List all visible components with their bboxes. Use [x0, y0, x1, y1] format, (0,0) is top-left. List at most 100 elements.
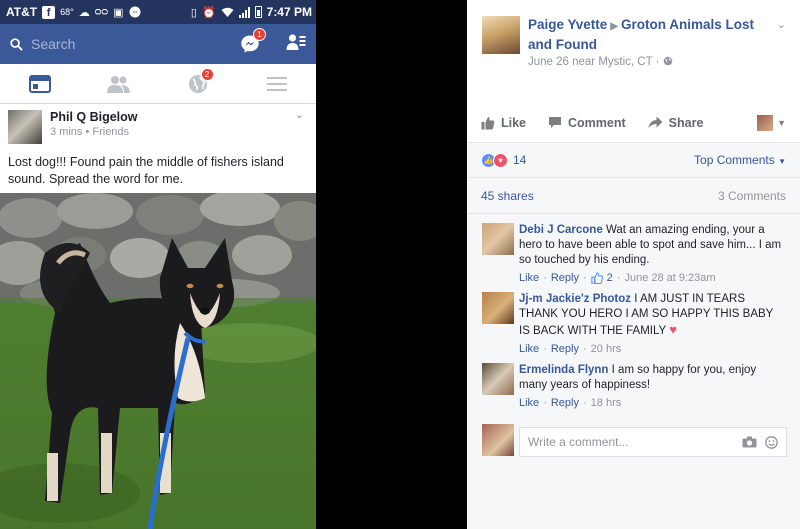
comment-label: Comment [568, 115, 626, 130]
commenter-name[interactable]: Debi J Carcone [519, 224, 603, 236]
reaction-count[interactable]: 14 [513, 153, 526, 167]
comment-like-link[interactable]: Like [519, 272, 539, 284]
comment-like-count[interactable]: 2 [607, 272, 613, 284]
commenter-name[interactable]: Jj-m Jackie'z Photoz [519, 293, 631, 305]
battery-icon [254, 6, 262, 18]
tab-menu[interactable] [247, 64, 307, 104]
mobile-facebook-screen: AT&T f 68° ☁ ᴑᴑ ▣ ▯ ⏰ 7:47 PM Search 1 2… [0, 0, 316, 529]
comment-item: Ermelinda Flynn I am so happy for you, e… [467, 363, 800, 409]
carrier-label: AT&T [6, 5, 38, 19]
comment-reply-link[interactable]: Reply [551, 272, 579, 284]
wifi-icon [221, 7, 234, 17]
comment-time[interactable]: 18 hrs [591, 397, 622, 409]
search-bar: Search 1 [0, 24, 316, 64]
post-title: Paige Yvette ▶ Groton Animals Lost and Fou… [528, 16, 778, 54]
post-header: Paige Yvette ▶ Groton Animals Lost and Fou… [467, 0, 800, 103]
dog-photo[interactable] [0, 193, 316, 529]
post-as-selector[interactable]: ▼ [757, 114, 786, 131]
temperature-label: 68° [60, 7, 74, 17]
weather-icon: ☁ [78, 6, 90, 19]
comment-input[interactable]: Write a comment... [519, 427, 787, 457]
post-meta: 3 mins • Friends [50, 126, 130, 138]
comment-body: Jj-m Jackie'z Photoz I AM JUST IN TEARS … [519, 292, 786, 339]
comment-item: Jj-m Jackie'z Photoz I AM JUST IN TEARS … [467, 292, 800, 355]
comment-body: Debi J Carcone Wat an amazing ending, yo… [519, 223, 786, 268]
voicemail-icon: ᴑᴑ [94, 6, 109, 18]
viewer-avatar [482, 424, 514, 456]
love-reaction-icon[interactable]: ♥ [493, 152, 508, 168]
post-date-location: June 26 near Mystic, CT · [528, 56, 673, 68]
desktop-post-panel: Paige Yvette ▶ Groton Animals Lost and Fou… [467, 0, 800, 529]
top-comments-label: Top Comments [694, 153, 775, 167]
author-avatar[interactable] [8, 110, 42, 144]
comments-count[interactable]: 3 Comments [718, 189, 786, 203]
alarm-icon: ⏰ [201, 6, 216, 19]
post-author-name[interactable]: Paige Yvette [528, 17, 607, 32]
post-options-chevron-icon[interactable]: ⌄ [295, 108, 304, 121]
comment-meta: Like · Reply · 20 hrs [519, 343, 622, 355]
date-location-text[interactable]: June 26 near Mystic, CT · [528, 56, 663, 68]
commenter-avatar[interactable] [482, 363, 514, 395]
dropdown-caret-icon: ▼ [777, 117, 786, 128]
vibrate-icon: ▯ [190, 6, 197, 19]
post-options-chevron-icon[interactable]: ⌄ [777, 18, 786, 31]
search-placeholder: Search [31, 36, 76, 52]
commenter-avatar[interactable] [482, 292, 514, 324]
tab-news-feed[interactable] [10, 64, 70, 104]
author-avatar[interactable] [482, 16, 520, 54]
comment-reply-link[interactable]: Reply [551, 343, 579, 355]
tab-friends[interactable] [89, 64, 149, 104]
messenger-notification-icon [129, 6, 141, 18]
heart-emoji-icon: ♥ [669, 322, 677, 337]
post-feedback: 👍 ♥ 14 Top Comments ▼ 45 shares 3 Commen… [467, 143, 800, 529]
notifications-badge: 2 [200, 67, 214, 81]
commenter-avatar[interactable] [482, 223, 514, 255]
comment-meta: Like · Reply · 18 hrs [519, 397, 622, 409]
tab-bar: 2 [0, 64, 316, 104]
thumbs-up-icon [481, 116, 495, 129]
comment-like-link[interactable]: Like [519, 397, 539, 409]
news-feed-icon [28, 74, 51, 93]
public-globe-icon [663, 56, 672, 66]
share-label: Share [668, 115, 704, 130]
commenter-name[interactable]: Ermelinda Flynn [519, 364, 608, 376]
comment-reply-link[interactable]: Reply [551, 397, 579, 409]
write-comment-row: Write a comment... [467, 424, 800, 464]
camera-icon[interactable] [742, 436, 757, 448]
status-bar: AT&T f 68° ☁ ᴑᴑ ▣ ▯ ⏰ 7:47 PM [0, 0, 316, 24]
search-input[interactable]: Search [10, 36, 240, 52]
viewer-avatar [757, 114, 774, 131]
comment-icon [549, 117, 562, 128]
comment-body: Ermelinda Flynn I am so happy for you, e… [519, 363, 786, 393]
clock-label: 7:47 PM [266, 5, 312, 19]
comment-like-link[interactable]: Like [519, 343, 539, 355]
comment-time[interactable]: 20 hrs [591, 343, 622, 355]
caret-down-icon: ▼ [778, 157, 786, 166]
menu-icon [266, 76, 287, 91]
post-author-name[interactable]: Phil Q Bigelow [50, 110, 138, 124]
gallery-icon: ▣ [113, 6, 124, 19]
friends-icon [106, 75, 130, 93]
shared-to-arrow-icon: ▶ [610, 21, 619, 32]
comment-input-placeholder: Write a comment... [528, 435, 629, 449]
comment-time[interactable]: June 28 at 9:23am [624, 272, 715, 284]
thumbs-up-outline-icon [590, 272, 603, 284]
emoji-icon[interactable] [765, 435, 778, 449]
comment-button[interactable]: Comment [548, 116, 626, 130]
reactions-row: 👍 ♥ 14 Top Comments ▼ [467, 143, 800, 178]
messenger-button[interactable]: 1 [240, 28, 266, 54]
post-actions: Like Comment Share ▼ [467, 103, 800, 143]
share-button[interactable]: Share [648, 115, 704, 130]
search-icon [10, 37, 23, 51]
share-arrow-icon [648, 116, 663, 129]
friend-requests-button[interactable] [286, 33, 306, 56]
comment-item: Debi J Carcone Wat an amazing ending, yo… [467, 223, 800, 284]
tab-notifications[interactable]: 2 [168, 64, 228, 104]
shares-link[interactable]: 45 shares [481, 189, 534, 203]
top-comments-dropdown[interactable]: Top Comments ▼ [694, 153, 786, 167]
like-label: Like [501, 115, 527, 130]
messenger-badge: 1 [253, 28, 266, 41]
facebook-notification-icon: f [42, 5, 56, 19]
friend-requests-icon [286, 33, 306, 50]
like-button[interactable]: Like [481, 116, 526, 130]
